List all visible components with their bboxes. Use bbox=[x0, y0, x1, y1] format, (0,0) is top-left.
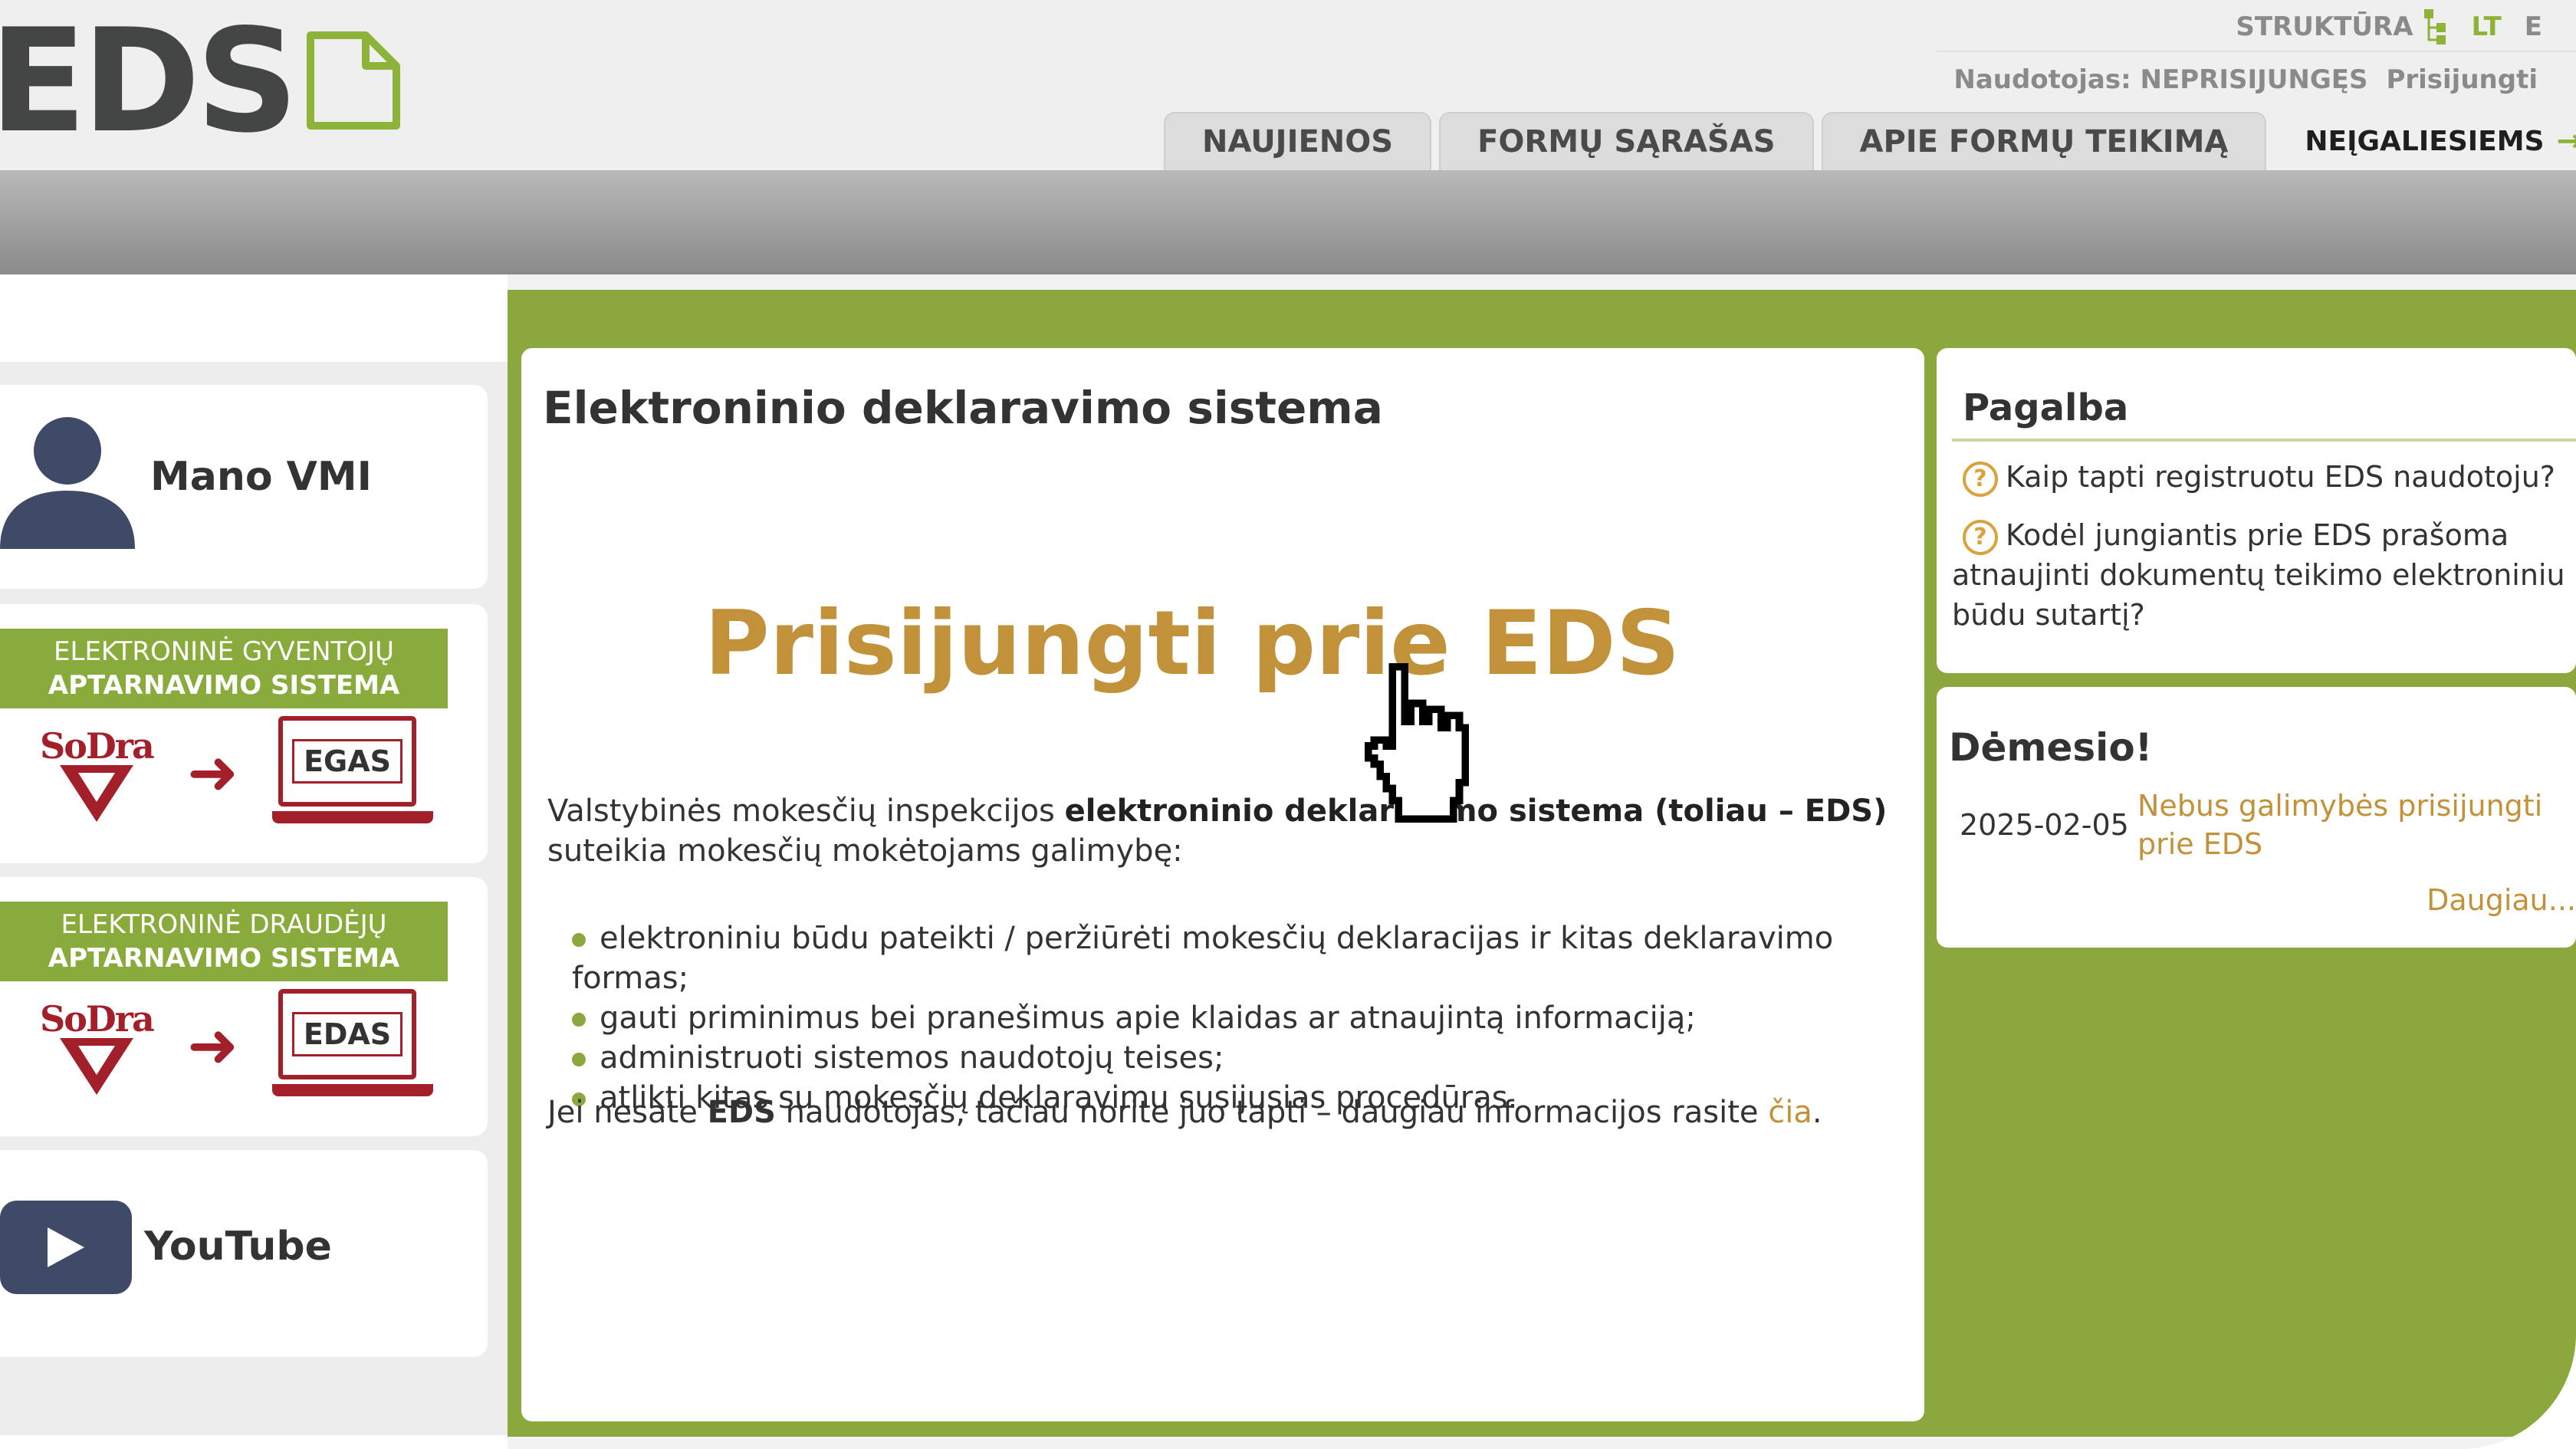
eds-logo[interactable]: EDS bbox=[0, 0, 401, 164]
edas-graphic: SoDra ➜ EDAS bbox=[37, 989, 434, 1101]
help-q2-text: Kodėl jungiantis prie EDS prašoma atnauj… bbox=[1952, 518, 2565, 632]
main-content-card: Elektroninio deklaravimo sistema Prisiju… bbox=[521, 348, 1924, 1421]
more-info-link[interactable]: čia bbox=[1768, 1095, 1812, 1130]
list-item-text: administruoti sistemos naudotojų teises; bbox=[600, 1040, 1224, 1076]
attention-card: Dėmesio! 2025-02-05 Nebus galimybės pris… bbox=[1937, 687, 2576, 948]
page-title: Elektroninio deklaravimo sistema bbox=[543, 382, 1383, 434]
user-row: Naudotojas: NEPRISIJUNGĘS Prisijungti bbox=[1953, 64, 2538, 95]
document-icon bbox=[307, 31, 401, 130]
list-item-text: elektroniniu būdu pateikti / peržiūrėti … bbox=[572, 921, 1834, 996]
attention-title: Dėmesio! bbox=[1949, 725, 2153, 770]
youtube-card[interactable]: YouTube bbox=[0, 1150, 488, 1357]
accessibility-link[interactable]: NEĮGALIESIEMS → bbox=[2274, 112, 2576, 170]
list-item: gauti priminimus bei pranešimus apie kla… bbox=[572, 998, 1924, 1038]
accessibility-label: NEĮGALIESIEMS bbox=[2305, 125, 2545, 157]
intro-part2: suteikia mokesčių mokėtojams galimybę: bbox=[547, 833, 1183, 869]
youtube-label: YouTube bbox=[144, 1224, 332, 1270]
structure-link[interactable]: STRUKTŪRA bbox=[2236, 8, 2448, 46]
user-status: Naudotojas: NEPRISIJUNGĘS bbox=[1953, 64, 2368, 95]
edas-card[interactable]: ELEKTRONINĖ DRAUDĖJŲ APTARNAVIMO SISTEMA… bbox=[0, 877, 488, 1136]
laptop-icon: EGAS bbox=[272, 716, 434, 828]
egas-screen-label: EGAS bbox=[292, 739, 402, 784]
divider bbox=[1952, 439, 2576, 442]
arrow-right-icon: ➜ bbox=[187, 1009, 239, 1081]
sodra-emblem-icon bbox=[60, 1038, 133, 1095]
list-item: elektroniniu būdu pateikti / peržiūrėti … bbox=[572, 918, 1924, 998]
sodra-logo-text: SoDra bbox=[40, 725, 155, 767]
egas-graphic: SoDra ➜ EGAS bbox=[37, 716, 434, 828]
help-question-icon: ? bbox=[1963, 519, 1998, 555]
sodra-logo: SoDra bbox=[37, 995, 155, 1095]
bullet-icon bbox=[572, 933, 586, 947]
registration-note: Jei nesate EDS naudotojas, tačiau norite… bbox=[547, 1095, 1822, 1130]
note-bold: EDS bbox=[707, 1095, 776, 1130]
intro-text: Valstybinės mokesčių inspekcijos elektro… bbox=[547, 791, 1897, 871]
intro-part1: Valstybinės mokesčių inspekcijos bbox=[547, 794, 1065, 829]
more-link[interactable]: Daugiau... bbox=[2426, 883, 2576, 917]
egas-card[interactable]: ELEKTRONINĖ GYVENTOJŲ APTARNAVIMO SISTEM… bbox=[0, 604, 488, 863]
list-item-text: gauti priminimus bei pranešimus apie kla… bbox=[600, 1001, 1696, 1036]
note-end: . bbox=[1812, 1095, 1822, 1130]
main-nav: NAUJIENOS FORMŲ SĄRAŠAS APIE FORMŲ TEIKI… bbox=[1164, 112, 2576, 170]
egas-line1: ELEKTRONINĖ GYVENTOJŲ bbox=[54, 636, 394, 667]
note-part2: naudotojas, tačiau norite juo tapti – da… bbox=[775, 1095, 1769, 1130]
sodra-logo: SoDra bbox=[37, 722, 155, 822]
note-part1: Jei nesate bbox=[547, 1095, 708, 1130]
help-q1-text: Kaip tapti registruotu EDS naudotoju? bbox=[2006, 460, 2555, 494]
tab-apie-formu-teikima[interactable]: APIE FORMŲ TEIKIMĄ bbox=[1821, 112, 2267, 170]
lang-lt-link[interactable]: LT bbox=[2472, 12, 2502, 42]
edas-line2: APTARNAVIMO SISTEMA bbox=[48, 943, 400, 974]
structure-icon bbox=[2423, 9, 2446, 44]
manovmi-card[interactable]: Mano VMI bbox=[0, 385, 488, 589]
sodra-logo-text: SoDra bbox=[40, 998, 155, 1040]
login-header-link[interactable]: Prisijungti bbox=[2386, 64, 2538, 95]
help-link-register[interactable]: ? Kaip tapti registruotu EDS naudotoju? bbox=[1952, 457, 2565, 497]
arrow-right-icon: ➜ bbox=[187, 736, 239, 808]
manovmi-label: Mano VMI bbox=[150, 454, 373, 500]
news-link[interactable]: Nebus galimybės prisijungti prie EDS bbox=[2137, 787, 2551, 863]
bullet-icon bbox=[572, 1053, 586, 1066]
help-title: Pagalba bbox=[1963, 386, 2129, 429]
tab-naujienos[interactable]: NAUJIENOS bbox=[1164, 112, 1432, 170]
edas-screen-label: EDAS bbox=[291, 1012, 403, 1056]
header: EDS STRUKTŪRA LT E Naudotojas: NEPRISIJU… bbox=[0, 0, 2576, 170]
user-icon bbox=[0, 417, 135, 549]
news-date: 2025-02-05 bbox=[1960, 808, 2129, 842]
edas-line1: ELEKTRONINĖ DRAUDĖJŲ bbox=[61, 909, 387, 940]
top-links: STRUKTŪRA LT E bbox=[2236, 8, 2542, 46]
help-question-icon: ? bbox=[1963, 461, 1998, 497]
list-item: administruoti sistemos naudotojų teises; bbox=[572, 1038, 1924, 1078]
features-list: elektroniniu būdu pateikti / peržiūrėti … bbox=[572, 918, 1924, 1118]
tab-formu-sarasas[interactable]: FORMŲ SĄRAŠAS bbox=[1439, 112, 1814, 170]
egas-line2: APTARNAVIMO SISTEMA bbox=[48, 670, 400, 701]
egas-header: ELEKTRONINĖ GYVENTOJŲ APTARNAVIMO SISTEM… bbox=[0, 629, 448, 708]
edas-header: ELEKTRONINĖ DRAUDĖJŲ APTARNAVIMO SISTEMA bbox=[0, 902, 448, 981]
laptop-icon: EDAS bbox=[272, 989, 434, 1101]
lang-en-link[interactable]: E bbox=[2525, 12, 2542, 42]
page-frame: EDS STRUKTŪRA LT E Naudotojas: NEPRISIJU… bbox=[0, 0, 2576, 1449]
divider bbox=[1937, 51, 2576, 52]
bullet-icon bbox=[572, 1013, 586, 1027]
youtube-play-icon bbox=[0, 1201, 132, 1294]
hand-pointer-cursor-icon bbox=[1364, 663, 1470, 823]
logo-text: EDS bbox=[0, 0, 298, 164]
help-link-contract[interactable]: ? Kodėl jungiantis prie EDS prašoma atnau… bbox=[1952, 515, 2565, 635]
structure-label: STRUKTŪRA bbox=[2236, 12, 2413, 42]
login-eds-link[interactable]: Prisijungti prie EDS bbox=[521, 592, 1924, 695]
sodra-emblem-icon bbox=[60, 765, 133, 822]
header-banner bbox=[0, 170, 2576, 274]
arrow-right-icon: → bbox=[2556, 123, 2576, 159]
